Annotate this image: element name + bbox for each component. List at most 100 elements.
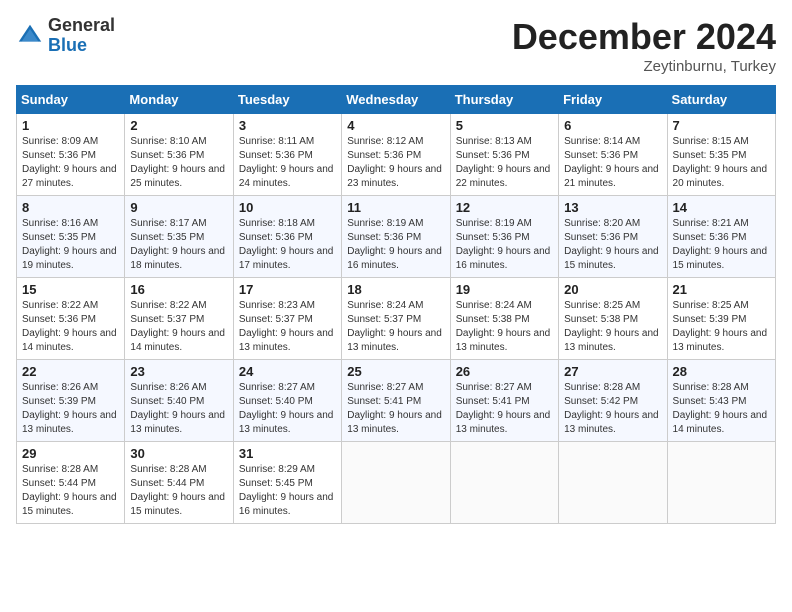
day-number: 15: [22, 282, 119, 297]
calendar-cell: 18 Sunrise: 8:24 AMSunset: 5:37 PMDayligh…: [342, 278, 450, 360]
calendar-cell: 16Sunrise: 8:22 AMSunset: 5:37 PMDayligh…: [125, 278, 233, 360]
calendar-cell: 19 Sunrise: 8:24 AMSunset: 5:38 PMDayligh…: [450, 278, 558, 360]
day-info: Sunrise: 8:25 AMSunset: 5:39 PMDaylight:…: [673, 299, 770, 355]
calendar-cell: [559, 442, 667, 524]
day-info: Sunrise: 8:20 AMSunset: 5:36 PMDaylight:…: [564, 217, 661, 273]
day-number: 28: [673, 364, 770, 379]
calendar-header: SundayMondayTuesdayWednesdayThursdayFrid…: [17, 86, 776, 114]
calendar-cell: [667, 442, 775, 524]
day-number: 17: [239, 282, 336, 297]
calendar-day-header: Wednesday: [342, 86, 450, 114]
calendar-cell: 27 Sunrise: 8:28 AMSunset: 5:42 PMDayligh…: [559, 360, 667, 442]
calendar-week-row: 8 Sunrise: 8:16 AMSunset: 5:35 PMDaylight…: [17, 196, 776, 278]
day-info: Sunrise: 8:12 AMSunset: 5:36 PMDaylight:…: [347, 135, 444, 191]
calendar-cell: 10 Sunrise: 8:18 AMSunset: 5:36 PMDayligh…: [233, 196, 341, 278]
day-number: 14: [673, 200, 770, 215]
page-header: General Blue December 2024 Zeytinburnu, …: [16, 16, 776, 75]
calendar-week-row: 15 Sunrise: 8:22 AMSunset: 5:36 PMDayligh…: [17, 278, 776, 360]
day-info: Sunrise: 8:15 AMSunset: 5:35 PMDaylight:…: [673, 135, 770, 191]
calendar-cell: 21 Sunrise: 8:25 AMSunset: 5:39 PMDayligh…: [667, 278, 775, 360]
calendar-day-header: Tuesday: [233, 86, 341, 114]
day-number: 23: [130, 364, 227, 379]
day-number: 10: [239, 200, 336, 215]
calendar-cell: 2Sunrise: 8:10 AMSunset: 5:36 PMDaylight…: [125, 114, 233, 196]
day-info: Sunrise: 8:28 AMSunset: 5:42 PMDaylight:…: [564, 381, 661, 437]
day-number: 30: [130, 446, 227, 461]
logo-icon: [16, 22, 44, 50]
day-info: Sunrise: 8:29 AMSunset: 5:45 PMDaylight:…: [239, 463, 336, 519]
day-info: Sunrise: 8:27 AMSunset: 5:41 PMDaylight:…: [347, 381, 444, 437]
calendar-cell: 13 Sunrise: 8:20 AMSunset: 5:36 PMDayligh…: [559, 196, 667, 278]
calendar-cell: 20 Sunrise: 8:25 AMSunset: 5:38 PMDayligh…: [559, 278, 667, 360]
day-info: Sunrise: 8:27 AMSunset: 5:40 PMDaylight:…: [239, 381, 336, 437]
calendar-cell: 14Sunrise: 8:21 AMSunset: 5:36 PMDayligh…: [667, 196, 775, 278]
calendar-cell: 15 Sunrise: 8:22 AMSunset: 5:36 PMDayligh…: [17, 278, 125, 360]
day-info: Sunrise: 8:27 AMSunset: 5:41 PMDaylight:…: [456, 381, 553, 437]
day-info: Sunrise: 8:25 AMSunset: 5:38 PMDaylight:…: [564, 299, 661, 355]
day-number: 1: [22, 118, 119, 133]
day-info: Sunrise: 8:22 AMSunset: 5:37 PMDaylight:…: [130, 299, 227, 355]
title-block: December 2024 Zeytinburnu, Turkey: [512, 16, 776, 75]
calendar-cell: 31 Sunrise: 8:29 AMSunset: 5:45 PMDayligh…: [233, 442, 341, 524]
calendar-cell: 25 Sunrise: 8:27 AMSunset: 5:41 PMDayligh…: [342, 360, 450, 442]
day-info: Sunrise: 8:28 AMSunset: 5:44 PMDaylight:…: [22, 463, 119, 519]
calendar-week-row: 22 Sunrise: 8:26 AMSunset: 5:39 PMDayligh…: [17, 360, 776, 442]
calendar-cell: 1 Sunrise: 8:09 AMSunset: 5:36 PMDaylight…: [17, 114, 125, 196]
day-number: 24: [239, 364, 336, 379]
day-number: 26: [456, 364, 553, 379]
day-info: Sunrise: 8:16 AMSunset: 5:35 PMDaylight:…: [22, 217, 119, 273]
calendar-cell: 22 Sunrise: 8:26 AMSunset: 5:39 PMDayligh…: [17, 360, 125, 442]
day-info: Sunrise: 8:24 AMSunset: 5:38 PMDaylight:…: [456, 299, 553, 355]
calendar-day-header: Sunday: [17, 86, 125, 114]
day-info: Sunrise: 8:28 AMSunset: 5:44 PMDaylight:…: [130, 463, 227, 519]
day-info: Sunrise: 8:11 AMSunset: 5:36 PMDaylight:…: [239, 135, 336, 191]
calendar-cell: 28 Sunrise: 8:28 AMSunset: 5:43 PMDayligh…: [667, 360, 775, 442]
day-info: Sunrise: 8:28 AMSunset: 5:43 PMDaylight:…: [673, 381, 770, 437]
day-number: 22: [22, 364, 119, 379]
calendar-day-header: Friday: [559, 86, 667, 114]
day-number: 8: [22, 200, 119, 215]
day-number: 13: [564, 200, 661, 215]
calendar-cell: 29 Sunrise: 8:28 AMSunset: 5:44 PMDayligh…: [17, 442, 125, 524]
day-info: Sunrise: 8:24 AMSunset: 5:37 PMDaylight:…: [347, 299, 444, 355]
calendar-week-row: 29 Sunrise: 8:28 AMSunset: 5:44 PMDayligh…: [17, 442, 776, 524]
calendar-cell: 23 Sunrise: 8:26 AMSunset: 5:40 PMDayligh…: [125, 360, 233, 442]
day-info: Sunrise: 8:26 AMSunset: 5:39 PMDaylight:…: [22, 381, 119, 437]
day-number: 19: [456, 282, 553, 297]
day-number: 5: [456, 118, 553, 133]
day-number: 18: [347, 282, 444, 297]
calendar-cell: [342, 442, 450, 524]
calendar-cell: 6Sunrise: 8:14 AMSunset: 5:36 PMDaylight…: [559, 114, 667, 196]
day-number: 25: [347, 364, 444, 379]
day-info: Sunrise: 8:23 AMSunset: 5:37 PMDaylight:…: [239, 299, 336, 355]
day-number: 27: [564, 364, 661, 379]
logo: General Blue: [16, 16, 115, 56]
calendar-cell: 30 Sunrise: 8:28 AMSunset: 5:44 PMDayligh…: [125, 442, 233, 524]
day-info: Sunrise: 8:13 AMSunset: 5:36 PMDaylight:…: [456, 135, 553, 191]
calendar-cell: 3 Sunrise: 8:11 AMSunset: 5:36 PMDaylight…: [233, 114, 341, 196]
day-info: Sunrise: 8:26 AMSunset: 5:40 PMDaylight:…: [130, 381, 227, 437]
day-number: 31: [239, 446, 336, 461]
day-info: Sunrise: 8:09 AMSunset: 5:36 PMDaylight:…: [22, 135, 119, 191]
day-number: 11: [347, 200, 444, 215]
calendar-day-header: Monday: [125, 86, 233, 114]
calendar-cell: 9Sunrise: 8:17 AMSunset: 5:35 PMDaylight…: [125, 196, 233, 278]
day-number: 6: [564, 118, 661, 133]
day-number: 3: [239, 118, 336, 133]
calendar-day-header: Saturday: [667, 86, 775, 114]
location: Zeytinburnu, Turkey: [512, 58, 776, 75]
day-info: Sunrise: 8:18 AMSunset: 5:36 PMDaylight:…: [239, 217, 336, 273]
logo-text: General Blue: [48, 16, 115, 56]
day-number: 21: [673, 282, 770, 297]
day-info: Sunrise: 8:19 AMSunset: 5:36 PMDaylight:…: [456, 217, 553, 273]
calendar-cell: 8 Sunrise: 8:16 AMSunset: 5:35 PMDaylight…: [17, 196, 125, 278]
day-number: 2: [130, 118, 227, 133]
day-number: 20: [564, 282, 661, 297]
day-number: 29: [22, 446, 119, 461]
day-info: Sunrise: 8:22 AMSunset: 5:36 PMDaylight:…: [22, 299, 119, 355]
calendar-cell: 11 Sunrise: 8:19 AMSunset: 5:36 PMDayligh…: [342, 196, 450, 278]
day-info: Sunrise: 8:17 AMSunset: 5:35 PMDaylight:…: [130, 217, 227, 273]
day-number: 7: [673, 118, 770, 133]
calendar-cell: 12Sunrise: 8:19 AMSunset: 5:36 PMDayligh…: [450, 196, 558, 278]
day-info: Sunrise: 8:19 AMSunset: 5:36 PMDaylight:…: [347, 217, 444, 273]
